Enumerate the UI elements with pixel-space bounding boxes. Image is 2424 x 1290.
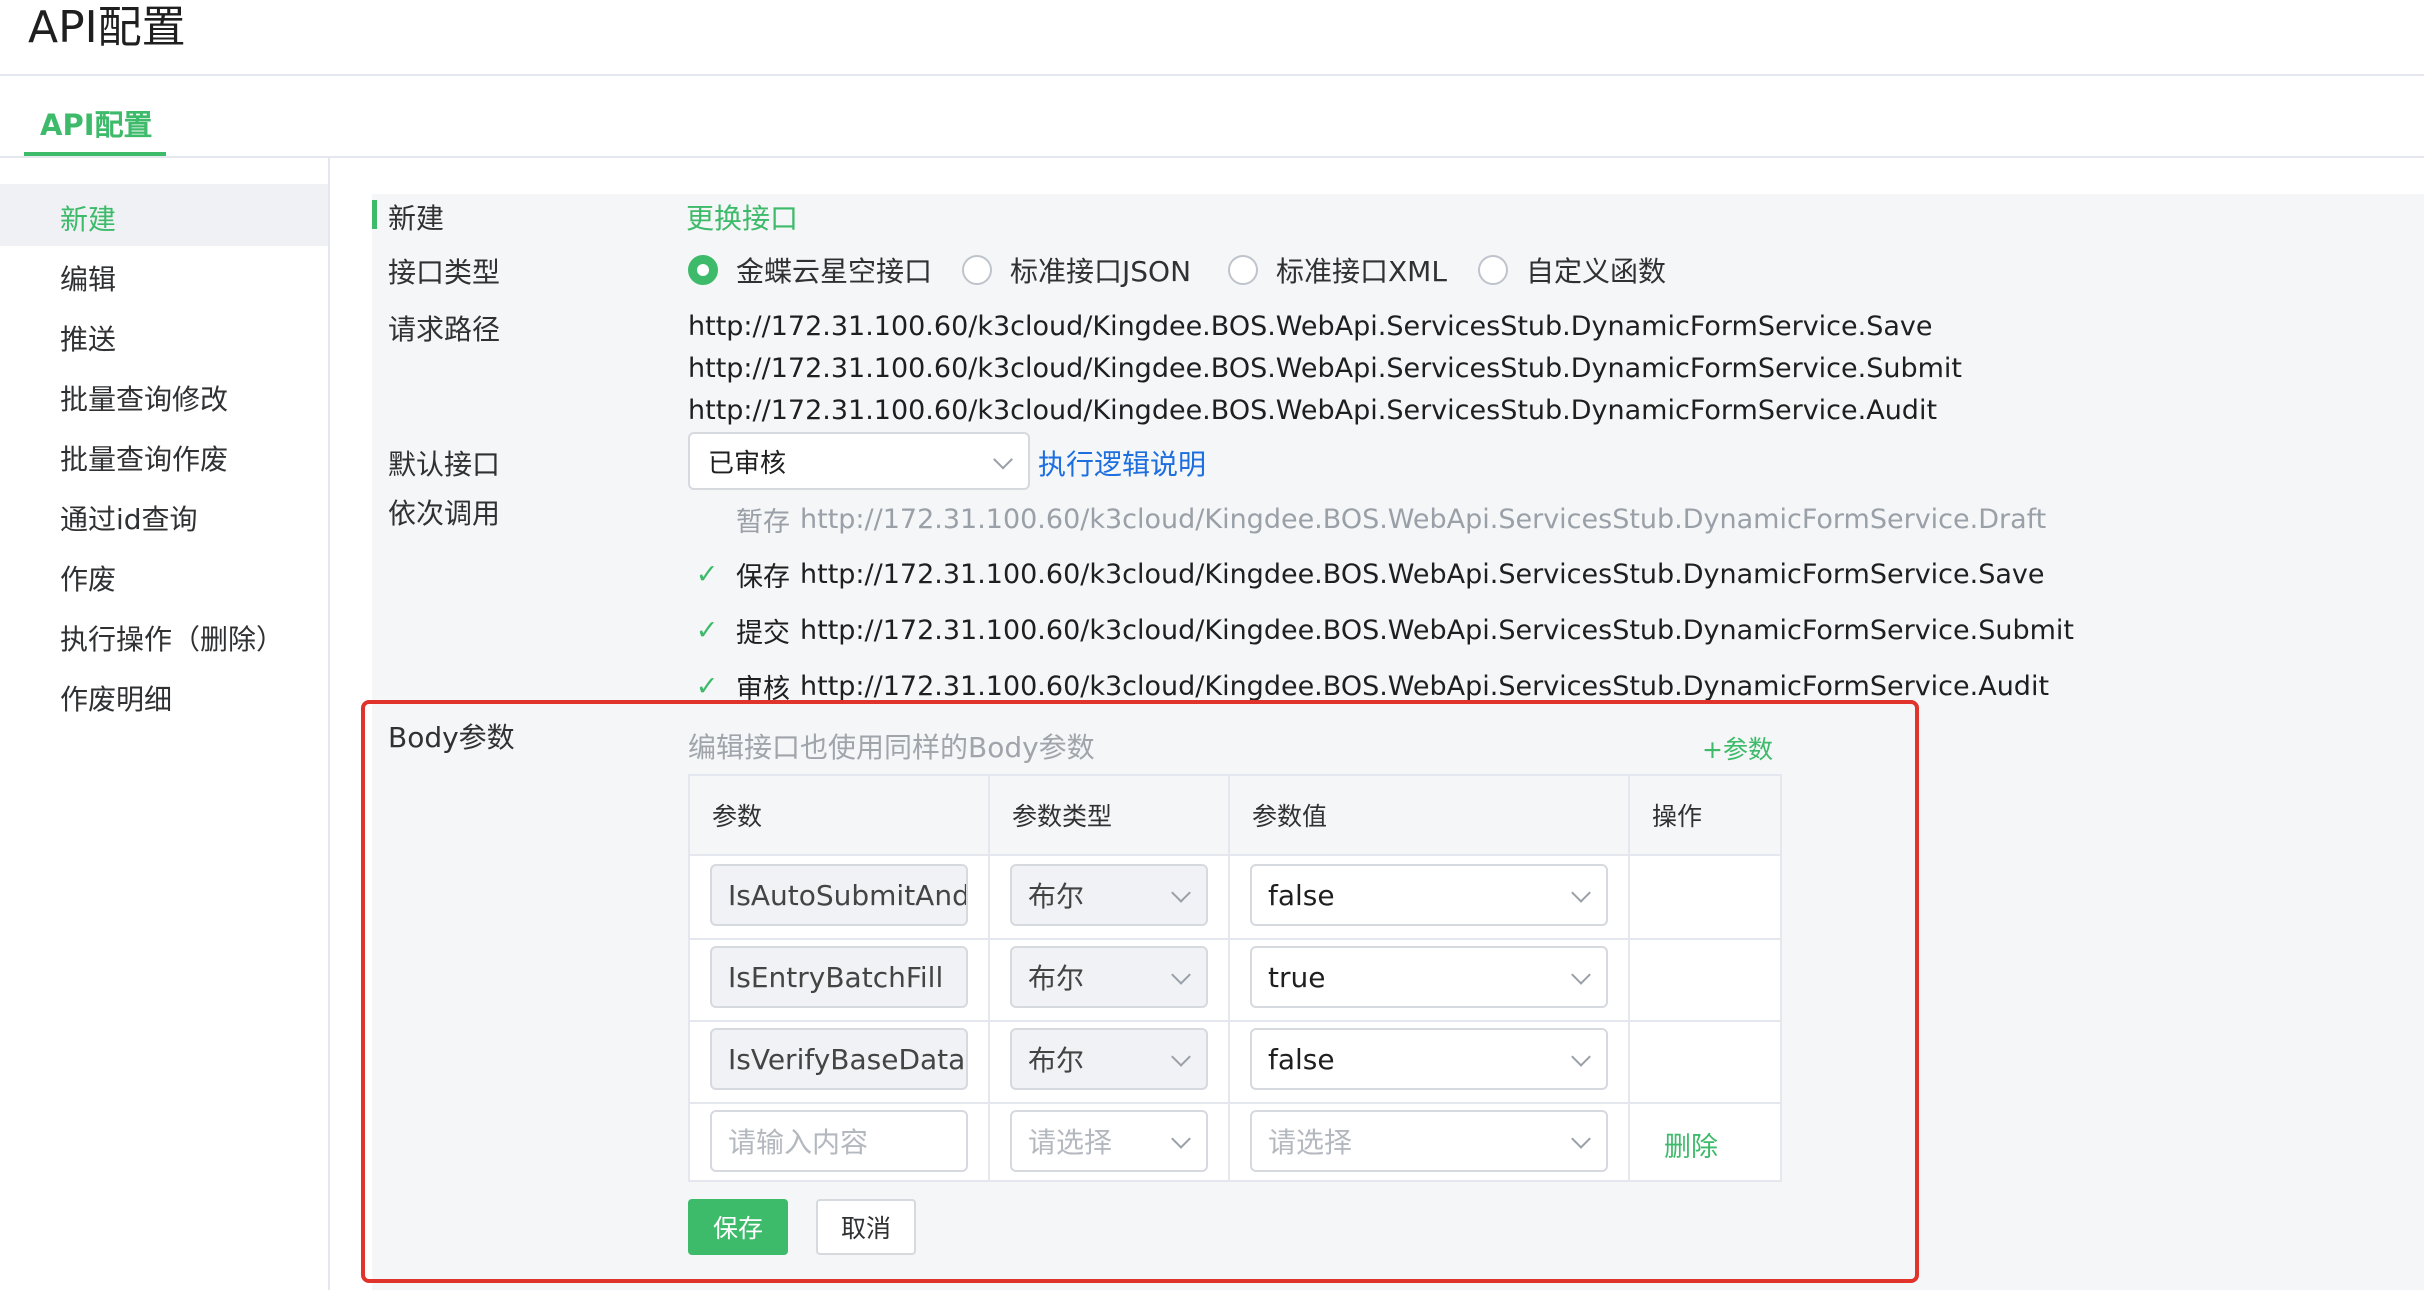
body-params-label: Body参数: [388, 721, 515, 754]
sidebar-item-void-detail[interactable]: 作废明细: [60, 678, 172, 718]
request-path-submit: http://172.31.100.60/k3cloud/Kingdee.BOS…: [688, 353, 1962, 384]
radio-standard-json[interactable]: 标准接口JSON: [962, 250, 1191, 290]
column-header-param-type: 参数类型: [990, 776, 1230, 856]
radio-standard-xml[interactable]: 标准接口XML: [1228, 250, 1447, 290]
delete-row-button[interactable]: 删除: [1664, 1125, 1718, 1164]
cancel-button[interactable]: 取消: [816, 1199, 916, 1255]
change-interface-link[interactable]: 更换接口: [686, 197, 798, 237]
request-path-label: 请求路径: [388, 313, 501, 346]
chevron-down-icon: [1171, 1047, 1191, 1067]
sequence-item-audit[interactable]: ✓ 审核 http://172.31.100.60/k3cloud/Kingde…: [690, 667, 2049, 706]
chevron-down-icon: [1571, 883, 1591, 903]
radio-unchecked-icon: [1478, 255, 1508, 285]
sidebar: 新建 编辑 推送 批量查询修改 批量查询作废 通过id查询 作废 执行操作（删除…: [0, 158, 330, 1290]
sidebar-item-batch-query-void[interactable]: 批量查询作废: [60, 438, 228, 478]
add-param-button[interactable]: +参数: [1702, 730, 1773, 766]
chevron-down-icon: [1571, 965, 1591, 985]
column-divider: [1628, 776, 1630, 1180]
row-divider: [690, 1102, 1780, 1104]
radio-unchecked-icon: [962, 255, 992, 285]
sidebar-item-push[interactable]: 推送: [60, 318, 116, 358]
new-param-name-input[interactable]: 请输入内容: [710, 1110, 968, 1172]
sidebar-item-execute-delete[interactable]: 执行操作（删除）: [60, 618, 284, 658]
sidebar-item-edit[interactable]: 编辑: [60, 258, 116, 298]
param-value-select[interactable]: false: [1250, 864, 1608, 926]
param-name-input[interactable]: IsAutoSubmitAndAudit: [710, 864, 968, 926]
sequence-label: 依次调用: [388, 497, 501, 530]
chevron-down-icon: [1171, 1129, 1191, 1149]
logic-explanation-link[interactable]: 执行逻辑说明: [1038, 443, 1206, 483]
default-interface-label: 默认接口: [388, 448, 501, 481]
new-param-type-select[interactable]: 请选择: [1010, 1110, 1208, 1172]
interface-type-label: 接口类型: [388, 256, 501, 289]
chevron-down-icon: [993, 449, 1013, 470]
param-type-select[interactable]: 布尔: [1010, 864, 1208, 926]
section-label: 新建: [388, 202, 445, 235]
param-name-input[interactable]: IsEntryBatchFill: [710, 946, 968, 1008]
request-path-audit: http://172.31.100.60/k3cloud/Kingdee.BOS…: [688, 395, 1938, 426]
column-divider: [988, 776, 990, 1180]
page-title: API配置: [28, 2, 186, 53]
sequence-item-save[interactable]: ✓ 保存 http://172.31.100.60/k3cloud/Kingde…: [690, 555, 2045, 594]
radio-checked-icon: [688, 255, 718, 285]
param-value-select[interactable]: false: [1250, 1028, 1608, 1090]
row-divider: [690, 938, 1780, 940]
request-path-save: http://172.31.100.60/k3cloud/Kingdee.BOS…: [688, 311, 1933, 342]
param-value-select[interactable]: true: [1250, 946, 1608, 1008]
check-icon: ✓: [695, 615, 719, 646]
sidebar-item-void[interactable]: 作废: [60, 558, 116, 598]
param-type-select[interactable]: 布尔: [1010, 1028, 1208, 1090]
column-header-param-value: 参数值: [1230, 776, 1630, 856]
chevron-down-icon: [1171, 965, 1191, 985]
sequence-item-submit[interactable]: ✓ 提交 http://172.31.100.60/k3cloud/Kingde…: [690, 611, 2074, 650]
check-icon: ✓: [695, 671, 719, 702]
column-divider: [1228, 776, 1230, 1180]
chevron-down-icon: [1571, 1047, 1591, 1067]
sidebar-item-batch-query-modify[interactable]: 批量查询修改: [60, 378, 228, 418]
save-button[interactable]: 保存: [688, 1199, 788, 1255]
radio-kingdee-cloud[interactable]: 金蝶云星空接口: [688, 250, 932, 290]
row-divider: [690, 1020, 1780, 1022]
radio-custom-function[interactable]: 自定义函数: [1478, 250, 1666, 290]
sequence-item-draft[interactable]: 暂存 http://172.31.100.60/k3cloud/Kingdee.…: [690, 500, 2046, 539]
chevron-down-icon: [1571, 1129, 1591, 1149]
new-param-value-select[interactable]: 请选择: [1250, 1110, 1608, 1172]
body-params-hint: 编辑接口也使用同样的Body参数: [688, 731, 1095, 764]
param-name-input[interactable]: IsVerifyBaseDataField: [710, 1028, 968, 1090]
default-interface-select[interactable]: 已审核: [688, 432, 1030, 490]
check-icon: ✓: [695, 559, 719, 590]
radio-unchecked-icon: [1228, 255, 1258, 285]
tab-api-config[interactable]: API配置: [40, 102, 153, 144]
column-header-param: 参数: [690, 776, 990, 856]
sidebar-active-background: [0, 184, 328, 246]
sidebar-item-new[interactable]: 新建: [60, 198, 116, 238]
header-divider: [0, 74, 2424, 76]
chevron-down-icon: [1171, 883, 1191, 903]
section-marker: [372, 200, 377, 229]
column-header-actions: 操作: [1630, 776, 1780, 856]
sidebar-item-query-by-id[interactable]: 通过id查询: [60, 498, 198, 538]
param-type-select[interactable]: 布尔: [1010, 946, 1208, 1008]
